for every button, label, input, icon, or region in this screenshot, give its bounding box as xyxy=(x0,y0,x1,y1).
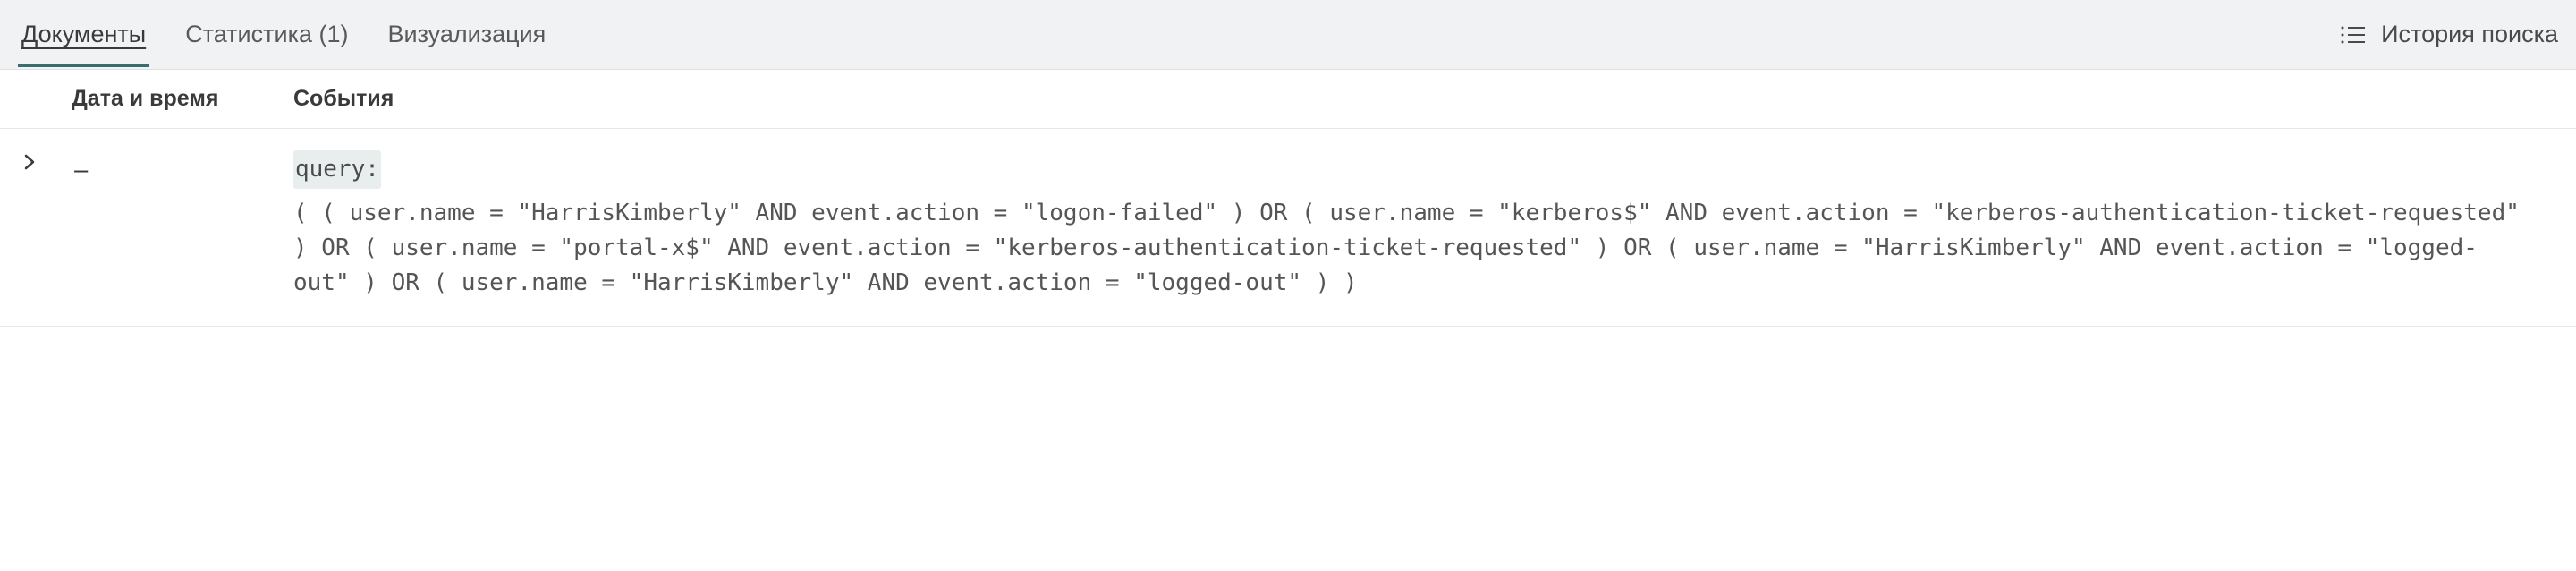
search-history-label: История поиска xyxy=(2381,21,2558,48)
tab-statistics[interactable]: Статистика (1) xyxy=(182,3,352,66)
col-expand-header xyxy=(21,86,72,112)
table-row: — query: ( ( user.name = "HarrisKimberly… xyxy=(0,129,2576,327)
search-history-link[interactable]: История поиска xyxy=(2340,21,2558,48)
tab-visualization[interactable]: Визуализация xyxy=(385,3,550,66)
query-text: ( ( user.name = "HarrisKimberly" AND eve… xyxy=(293,196,2529,301)
tab-documents[interactable]: Документы xyxy=(18,3,149,66)
row-date: — xyxy=(72,150,293,185)
tabs-container: Документы Статистика (1) Визуализация xyxy=(18,3,2340,66)
expand-toggle[interactable] xyxy=(21,150,72,170)
query-label: query: xyxy=(293,150,381,189)
table-header-row: Дата и время События xyxy=(0,70,2576,129)
list-icon xyxy=(2340,24,2367,46)
row-events: query: ( ( user.name = "HarrisKimberly" … xyxy=(293,150,2555,301)
tab-bar: Документы Статистика (1) Визуализация Ис… xyxy=(0,0,2576,70)
col-events-header: События xyxy=(293,86,2555,112)
col-date-header: Дата и время xyxy=(72,86,293,112)
chevron-right-icon xyxy=(21,154,38,170)
